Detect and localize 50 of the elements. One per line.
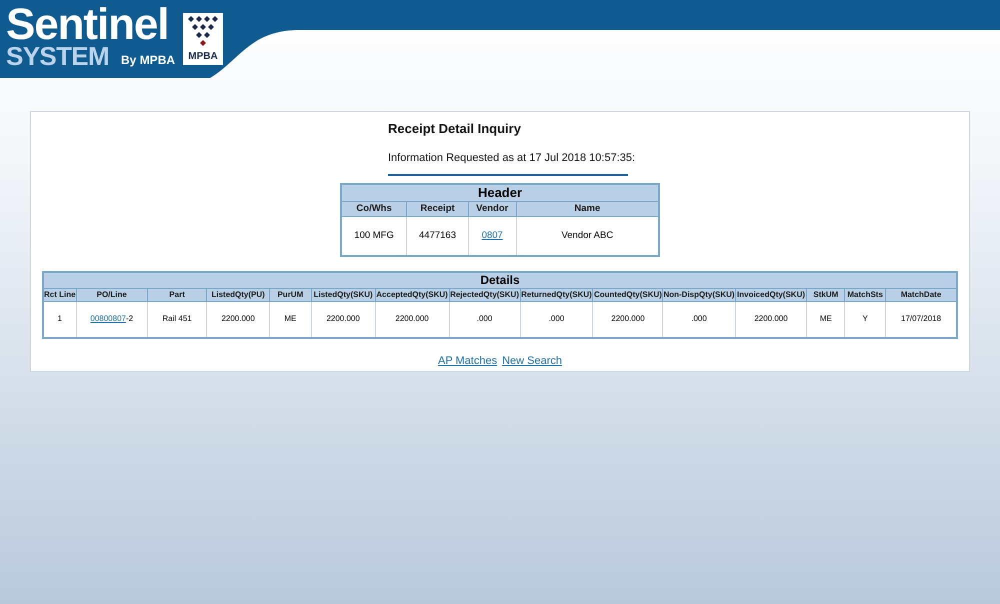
column-header: Name bbox=[516, 202, 659, 217]
cell-text: 2200.000 bbox=[395, 314, 429, 324]
column-header: Part bbox=[147, 288, 207, 302]
column-header: RejectedQty(SKU) bbox=[449, 288, 520, 302]
cell-text: 2200.000 bbox=[611, 314, 645, 324]
cell-text: .000 bbox=[691, 314, 707, 324]
link[interactable]: 00800807 bbox=[90, 314, 126, 324]
cell-text: 2200.000 bbox=[221, 314, 255, 324]
column-header: PurUM bbox=[270, 288, 312, 302]
table-title: Header bbox=[341, 184, 659, 202]
request-timestamp: Information Requested as at 17 Jul 2018 10:57:35: bbox=[388, 150, 636, 166]
cell-text: Vendor ABC bbox=[561, 230, 614, 241]
column-header: Vendor bbox=[468, 202, 516, 217]
column-header: Receipt bbox=[406, 202, 468, 217]
column-header: ReturnedQty(SKU) bbox=[520, 288, 593, 302]
column-header: Non-DispQty(SKU) bbox=[662, 288, 736, 302]
page-title: Receipt Detail Inquiry bbox=[388, 120, 521, 138]
cell-text: ME bbox=[820, 314, 832, 324]
cell-text: 17/07/2018 bbox=[901, 314, 942, 324]
logo-title: Sentinel bbox=[6, 6, 170, 44]
cell-text: 100 MFG bbox=[354, 230, 394, 241]
column-header: Rct Line bbox=[43, 288, 76, 302]
cell-text: 2200.000 bbox=[326, 314, 360, 324]
column-header: ListedQty(SKU) bbox=[311, 288, 376, 302]
cell-text: ME bbox=[284, 314, 296, 324]
cell-text: -2 bbox=[126, 314, 134, 324]
column-header: ListedQty(PU) bbox=[206, 288, 270, 302]
logo-subtitle: SYSTEM bbox=[6, 44, 110, 68]
logo-badge-text: MPBA bbox=[188, 51, 218, 64]
column-header: CountedQty(SKU) bbox=[592, 288, 663, 302]
table-title: Details bbox=[43, 272, 957, 288]
diamond-pattern-icon bbox=[186, 15, 220, 47]
column-header: MatchDate bbox=[886, 288, 957, 302]
cell-text: .000 bbox=[476, 314, 492, 324]
column-header: Co/Whs bbox=[341, 202, 407, 217]
cell-text: 4477163 bbox=[419, 230, 456, 241]
cell-text: 1 bbox=[58, 314, 62, 324]
cell-text: 2200.000 bbox=[754, 314, 788, 324]
cell-text: .000 bbox=[548, 314, 564, 324]
cell-text: Rail 451 bbox=[162, 314, 192, 324]
link[interactable]: 0807 bbox=[482, 230, 503, 241]
column-header: AcceptedQty(SKU) bbox=[375, 288, 450, 302]
column-header: MatchSts bbox=[844, 288, 886, 302]
column-header: PO/Line bbox=[76, 288, 148, 302]
nav-link[interactable]: AP Matches bbox=[438, 353, 498, 370]
nav-link[interactable]: New Search bbox=[502, 353, 562, 370]
cell-text: Y bbox=[862, 314, 868, 324]
logo-byline: By MPBA bbox=[121, 52, 176, 68]
column-header: InvoicedQty(SKU) bbox=[735, 288, 807, 302]
column-header: StkUM bbox=[806, 288, 845, 302]
